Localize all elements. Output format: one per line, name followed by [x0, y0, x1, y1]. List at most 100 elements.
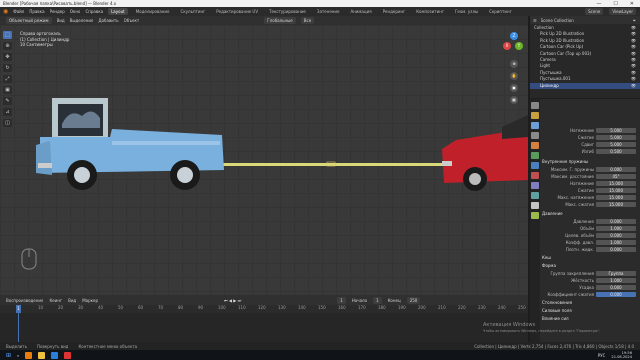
- outliner-item[interactable]: Пустышка.001 👁: [530, 76, 640, 82]
- select-tool-icon[interactable]: ⬚: [3, 31, 12, 39]
- visibility-eye-icon[interactable]: 👁: [631, 44, 636, 50]
- visibility-eye-icon[interactable]: 👁: [631, 76, 636, 82]
- grid-view-icon[interactable]: ▦: [510, 96, 518, 104]
- blender-logo-icon[interactable]: ◉: [3, 8, 8, 15]
- visibility-eye-icon[interactable]: 👁: [631, 63, 636, 69]
- data-tab-icon[interactable]: [531, 212, 539, 219]
- menu-window[interactable]: Окно: [70, 9, 81, 14]
- section-cache[interactable]: Кеш: [542, 255, 638, 261]
- cursor-tool-icon[interactable]: ⊕: [3, 42, 12, 50]
- scale-tool-icon[interactable]: ⤢: [3, 75, 12, 83]
- search-icon[interactable]: ⌕: [17, 353, 19, 358]
- workspace-tab-sculpting[interactable]: Скульптинг: [177, 8, 208, 15]
- view-layer-tab-icon[interactable]: [531, 132, 539, 139]
- browser-taskbar-icon[interactable]: [51, 351, 59, 359]
- property-value-field[interactable]: 15.000: [596, 188, 636, 193]
- property-value-field[interactable]: 1.000: [596, 240, 636, 245]
- tool-tab-icon[interactable]: [531, 102, 539, 109]
- camera-view-icon[interactable]: ▣: [510, 84, 518, 92]
- property-value-field[interactable]: 1.000: [596, 226, 636, 231]
- property-value-field[interactable]: 15.000: [596, 202, 636, 207]
- workspace-tab-uv[interactable]: Редактирование UV: [213, 8, 261, 15]
- menu-render[interactable]: Рендер: [50, 9, 65, 14]
- windows-start-icon[interactable]: ⊞: [6, 352, 11, 359]
- transform-tool-icon[interactable]: ▣: [3, 86, 12, 94]
- visibility-eye-icon[interactable]: 👁: [631, 31, 636, 37]
- move-tool-icon[interactable]: ✥: [3, 53, 12, 61]
- workspace-tab-shading[interactable]: Затенение: [314, 8, 343, 15]
- measure-tool-icon[interactable]: ⊿: [3, 108, 12, 116]
- property-value-field[interactable]: 45°: [596, 174, 636, 179]
- maximize-button[interactable]: ☐: [613, 1, 617, 7]
- section-force-fields[interactable]: Силовые поля: [542, 308, 638, 314]
- explorer-taskbar-icon[interactable]: [38, 351, 46, 359]
- menu-select[interactable]: Выделение: [70, 18, 94, 23]
- current-frame-field[interactable]: 1: [337, 296, 346, 304]
- rotate-tool-icon[interactable]: ↻: [3, 64, 12, 72]
- mode-selector[interactable]: Объектный режим: [6, 17, 52, 24]
- minimize-button[interactable]: —: [596, 1, 601, 7]
- menu-add[interactable]: Добавить: [98, 18, 118, 23]
- property-value-field[interactable]: 15.000: [596, 181, 636, 186]
- pan-hand-icon[interactable]: ✋: [510, 72, 518, 80]
- gizmo-y-icon[interactable]: Y: [515, 42, 523, 50]
- outliner-item[interactable]: Camera 👁: [530, 57, 640, 63]
- taskbar-lang[interactable]: РУС: [598, 353, 606, 358]
- workspace-tab-geonodes[interactable]: Геом. узлы: [452, 8, 481, 15]
- property-value-field[interactable]: 0.000: [596, 233, 636, 238]
- menu-object[interactable]: Объект: [124, 18, 140, 23]
- taskbar-date[interactable]: 21.08.2024: [611, 355, 632, 360]
- section-internal-springs[interactable]: Внутренние пружины: [542, 159, 638, 165]
- world-tab-icon[interactable]: [531, 152, 539, 159]
- property-value-field[interactable]: 0.500: [596, 149, 636, 154]
- zoom-icon[interactable]: ⊕: [510, 60, 518, 68]
- timeline-menu-playback[interactable]: Воспроизведение: [6, 298, 43, 303]
- navigation-gizmo[interactable]: Z X Y ⊕ ✋ ▣ ▦: [500, 30, 524, 130]
- menu-edit[interactable]: Правка: [29, 9, 44, 14]
- workspace-tab-texture[interactable]: Текстурирование: [266, 8, 309, 15]
- output-tab-icon[interactable]: [531, 122, 539, 129]
- add-cube-tool-icon[interactable]: ◫: [3, 119, 12, 127]
- view-layer-selector[interactable]: ViewLayer: [609, 8, 636, 15]
- menu-view[interactable]: Вид: [57, 18, 65, 23]
- outliner-item[interactable]: Pick Up 2D Illustration 👁: [530, 38, 640, 44]
- workspace-tab-layout[interactable]: Layout: [108, 8, 128, 15]
- workspace-tab-modeling[interactable]: Моделирование: [133, 8, 173, 15]
- property-value-field[interactable]: 0.000: [596, 285, 636, 290]
- outliner-item[interactable]: Cartoon Car (Pick Up) 👁: [530, 44, 640, 50]
- property-value-field[interactable]: 1.000: [596, 278, 636, 283]
- timeline-menu-marker[interactable]: Маркер: [82, 298, 98, 303]
- workspace-tab-compositing[interactable]: Композитинг: [413, 8, 447, 15]
- section-pressure[interactable]: Давление: [542, 211, 638, 217]
- property-value-field[interactable]: Группа: [596, 271, 636, 276]
- scene-tab-icon[interactable]: [531, 142, 539, 149]
- filter-icon[interactable]: ⏷: [633, 18, 640, 23]
- visibility-eye-icon[interactable]: 👁: [631, 83, 636, 89]
- 3d-viewport[interactable]: [0, 25, 528, 295]
- playhead[interactable]: 1: [16, 305, 21, 313]
- scene-selector[interactable]: Scene: [585, 8, 604, 15]
- object-tab-icon[interactable]: [531, 162, 539, 169]
- visibility-eye-icon[interactable]: 👁: [631, 38, 636, 44]
- section-collisions[interactable]: Столкновения: [542, 300, 638, 306]
- property-value-field[interactable]: 15.000: [596, 195, 636, 200]
- modifier-tab-icon[interactable]: [531, 172, 539, 179]
- particles-tab-icon[interactable]: [531, 182, 539, 189]
- gizmo-x-icon[interactable]: X: [503, 42, 511, 50]
- snap-selector[interactable]: Все: [300, 17, 315, 24]
- outliner-item[interactable]: Collection 👁: [530, 25, 640, 31]
- timeline-menu-view[interactable]: Вид: [68, 298, 76, 303]
- property-value-field[interactable]: 5.000: [596, 135, 636, 140]
- outliner-item[interactable]: Цилиндр 👁: [530, 82, 640, 89]
- outliner-item[interactable]: Light 👁: [530, 63, 640, 69]
- app-taskbar-icon[interactable]: [64, 351, 72, 359]
- orientation-selector[interactable]: Глобальные: [264, 17, 296, 24]
- render-tab-icon[interactable]: [531, 112, 539, 119]
- outliner-item[interactable]: Пустышка 👁: [530, 70, 640, 76]
- property-value-field[interactable]: 0.000: [596, 292, 636, 297]
- property-value-field[interactable]: 0.000: [596, 167, 636, 172]
- visibility-eye-icon[interactable]: 👁: [631, 57, 636, 63]
- start-frame-field[interactable]: 1: [373, 296, 382, 304]
- timeline-menu-keying[interactable]: Кеинг: [49, 298, 62, 303]
- menu-file[interactable]: Файл: [13, 9, 24, 14]
